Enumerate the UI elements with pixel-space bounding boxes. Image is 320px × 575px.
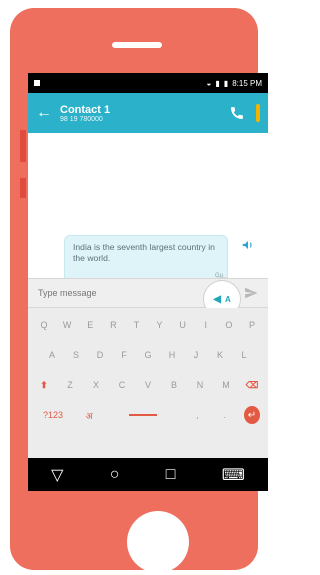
phone-speaker (112, 42, 162, 48)
key-f[interactable]: F (116, 344, 132, 366)
keyboard-row-1: Q W E R T Y U I O P (28, 314, 268, 344)
key-u[interactable]: U (175, 314, 191, 336)
key-d[interactable]: D (92, 344, 108, 366)
keyboard-row-3: ⬆ Z X C V B N M ⌫ (28, 374, 268, 404)
contact-number: 98 19 780000 (60, 115, 103, 123)
space-bar-indicator (129, 414, 158, 416)
status-time: 8:15 PM (232, 78, 262, 88)
send-icon (245, 287, 258, 299)
key-h[interactable]: H (164, 344, 180, 366)
key-n[interactable]: N (192, 374, 208, 396)
key-o[interactable]: O (221, 314, 237, 336)
status-left (34, 80, 40, 86)
space-key[interactable] (108, 404, 178, 426)
overflow-menu-icon[interactable] (256, 104, 260, 122)
mic-icon: A (224, 294, 231, 304)
nav-back-icon[interactable]: ▽ (51, 465, 63, 485)
call-icon[interactable] (228, 104, 246, 122)
nav-home-icon[interactable]: ○ (110, 466, 120, 484)
key-v[interactable]: V (140, 374, 156, 396)
keyboard-row-4: ?123 अ , . ↵ (28, 404, 268, 434)
send-icon[interactable] (242, 284, 260, 302)
status-bar: ◒ ▮ ▮ 8:15 PM (28, 73, 268, 93)
period-key[interactable]: . (217, 404, 233, 426)
key-c[interactable]: C (114, 374, 130, 396)
key-y[interactable]: Y (152, 314, 168, 336)
key-g[interactable]: G (140, 344, 156, 366)
call-icon (230, 107, 243, 120)
speaker-icon[interactable] (240, 237, 256, 253)
speaker-icon (242, 240, 252, 250)
app-bar: ← Contact 1 98 19 780000 (28, 93, 268, 133)
contact-header: Contact 1 98 19 780000 (60, 104, 228, 123)
symbols-key[interactable]: ?123 (36, 404, 70, 426)
message-text: India is the seventh largest country in … (73, 242, 215, 263)
enter-key: ↵ (243, 406, 260, 424)
volume-button (20, 130, 26, 162)
contact-name: Contact 1 (60, 103, 111, 116)
key-m[interactable]: M (218, 374, 234, 396)
status-right: ◒ ▮ ▮ 8:15 PM (207, 79, 262, 88)
key-t[interactable]: T (128, 314, 144, 336)
chat-area: India is the seventh largest country in … (28, 133, 268, 314)
key-k[interactable]: K (212, 344, 228, 366)
keyboard: Q W E R T Y U I O P A S D F G H J K L ⬆ … (28, 308, 268, 458)
comma-key[interactable]: , (190, 404, 206, 426)
home-button[interactable] (127, 511, 189, 573)
enter-icon[interactable]: ↵ (243, 404, 260, 426)
back-arrow-icon[interactable]: ← (36, 104, 52, 122)
key-l[interactable]: L (236, 344, 252, 366)
android-nav-bar: ▽ ○ □ ⌨ (28, 458, 268, 491)
key-z[interactable]: Z (62, 374, 78, 396)
key-s[interactable]: S (68, 344, 84, 366)
language-key[interactable]: अ (81, 404, 97, 426)
key-r[interactable]: R (105, 314, 121, 336)
speaker-icon: ◀ (213, 293, 221, 305)
nav-recents-icon[interactable]: □ (166, 466, 176, 484)
key-q[interactable]: Q (36, 314, 52, 336)
side-button (20, 178, 26, 198)
keyboard-row-2: A S D F G H J K L (28, 344, 268, 374)
phone-body: ◒ ▮ ▮ 8:15 PM ← Contact 1 98 19 780000 I… (10, 8, 268, 573)
shift-icon[interactable]: ⬆ (36, 374, 52, 396)
backspace-icon[interactable]: ⌫ (244, 374, 260, 396)
key-i[interactable]: I (198, 314, 214, 336)
phone-screen: ◒ ▮ ▮ 8:15 PM ← Contact 1 98 19 780000 I… (28, 73, 268, 491)
keyboard-toggle-icon[interactable]: ⌨ (222, 465, 245, 485)
signal-icon: ▮ (215, 78, 220, 88)
key-x[interactable]: X (88, 374, 104, 396)
wifi-icon: ◒ (206, 78, 212, 88)
key-b[interactable]: B (166, 374, 182, 396)
key-w[interactable]: W (59, 314, 75, 336)
battery-icon: ▮ (223, 78, 229, 88)
key-a[interactable]: A (44, 344, 60, 366)
notification-icon (34, 80, 40, 86)
key-e[interactable]: E (82, 314, 98, 336)
key-p[interactable]: P (244, 314, 260, 336)
key-j[interactable]: J (188, 344, 204, 366)
